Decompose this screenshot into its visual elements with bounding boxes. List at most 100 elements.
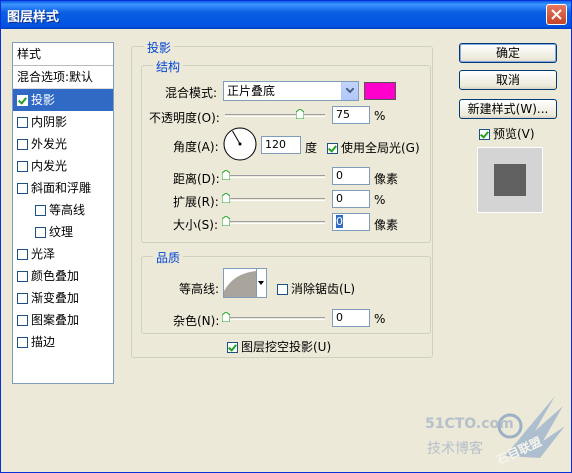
checkbox-icon[interactable] xyxy=(17,337,28,348)
distance-slider-track[interactable] xyxy=(225,175,325,178)
layer-style-dialog: 图层样式 样式 混合选项:默认投影内阴影外发光内发光斜面和浮雕等高线纹理光泽颜色… xyxy=(0,0,572,473)
knockout-label: 图层挖空投影(U) xyxy=(241,340,332,354)
preview-checkbox[interactable]: 预览(V) xyxy=(479,125,535,142)
size-input[interactable]: 0 xyxy=(332,213,370,231)
style-item-label: 纹理 xyxy=(49,225,74,239)
style-item[interactable]: 渐变叠加 xyxy=(13,287,113,309)
styles-list: 样式 混合选项:默认投影内阴影外发光内发光斜面和浮雕等高线纹理光泽颜色叠加渐变叠… xyxy=(12,42,114,384)
style-item[interactable]: 混合选项:默认 xyxy=(13,66,113,89)
style-item[interactable]: 外发光 xyxy=(13,133,113,155)
spread-slider-track[interactable] xyxy=(225,198,325,201)
checkbox-icon[interactable] xyxy=(17,117,28,128)
style-item[interactable]: 纹理 xyxy=(13,221,113,243)
style-item[interactable]: 等高线 xyxy=(13,199,113,221)
checkbox-icon xyxy=(277,284,288,295)
checkbox-icon[interactable] xyxy=(35,205,46,216)
watermark-line2: 技术博客 xyxy=(427,441,483,457)
distance-slider-thumb[interactable] xyxy=(222,170,230,180)
styles-list-header[interactable]: 样式 xyxy=(13,43,113,66)
size-value: 0 xyxy=(336,215,343,228)
distance-label: 距离(D): xyxy=(173,172,220,186)
antialias-checkbox[interactable]: 消除锯齿(L) xyxy=(277,280,355,297)
blend-mode-value: 正片叠底 xyxy=(227,84,276,98)
style-item[interactable]: 内发光 xyxy=(13,155,113,177)
distance-input[interactable]: 0 xyxy=(332,167,370,185)
ok-button[interactable]: 确定 xyxy=(459,43,557,63)
opacity-slider-thumb[interactable] xyxy=(296,109,304,119)
cancel-button[interactable]: 取消 xyxy=(459,70,557,90)
checkbox-icon[interactable] xyxy=(17,139,28,150)
watermark-logo: 51CTO.com 技术博客 石目联盟 xyxy=(425,386,565,467)
size-label: 大小(S): xyxy=(173,218,219,232)
contour-dropdown-button[interactable] xyxy=(257,268,267,298)
distance-unit: 像素 xyxy=(374,172,399,186)
style-item[interactable]: 描边 xyxy=(13,331,113,353)
style-item-label: 内阴影 xyxy=(31,115,68,129)
style-item-label: 图案叠加 xyxy=(31,313,80,327)
blend-mode-select[interactable]: 正片叠底 xyxy=(223,81,359,101)
checkbox-icon xyxy=(479,129,490,140)
checkbox-icon[interactable] xyxy=(17,315,28,326)
checkbox-icon[interactable] xyxy=(17,271,28,282)
quality-title: 品质 xyxy=(153,249,184,266)
style-item-label: 描边 xyxy=(31,335,56,349)
opacity-slider-track[interactable] xyxy=(225,114,325,117)
style-item-label: 外发光 xyxy=(31,137,68,151)
preview-square xyxy=(494,164,526,196)
style-item-label: 等高线 xyxy=(49,203,86,217)
noise-slider-thumb[interactable] xyxy=(222,312,230,322)
close-button[interactable] xyxy=(546,4,567,25)
angle-dial[interactable] xyxy=(222,126,258,162)
style-item[interactable]: 光泽 xyxy=(13,243,113,265)
style-item-label: 投影 xyxy=(31,93,56,107)
checkbox-icon[interactable] xyxy=(17,293,28,304)
style-item-label: 斜面和浮雕 xyxy=(31,181,92,195)
noise-label: 杂色(N): xyxy=(173,314,220,328)
spread-input[interactable]: 0 xyxy=(332,190,370,208)
spread-unit: % xyxy=(374,193,386,207)
checkbox-icon[interactable] xyxy=(35,227,46,238)
blend-mode-label: 混合模式: xyxy=(165,86,218,100)
noise-slider-track[interactable] xyxy=(225,317,325,320)
opacity-unit: % xyxy=(374,109,386,123)
knockout-checkbox[interactable]: 图层挖空投影(U) xyxy=(227,338,331,355)
style-item[interactable]: 投影 xyxy=(13,89,113,111)
style-item[interactable]: 图案叠加 xyxy=(13,309,113,331)
style-item[interactable]: 颜色叠加 xyxy=(13,265,113,287)
new-style-button[interactable]: 新建样式(W)... xyxy=(459,99,557,119)
style-item-label: 渐变叠加 xyxy=(31,291,80,305)
spread-slider-thumb[interactable] xyxy=(222,193,230,203)
style-item-label: 混合选项:默认 xyxy=(17,70,94,84)
contour-picker[interactable] xyxy=(223,268,257,298)
checkbox-icon xyxy=(327,143,338,154)
style-item[interactable]: 内阴影 xyxy=(13,111,113,133)
size-slider-thumb[interactable] xyxy=(222,216,230,226)
chevron-down-icon xyxy=(258,281,264,285)
structure-title: 结构 xyxy=(153,58,184,75)
style-item[interactable]: 斜面和浮雕 xyxy=(13,177,113,199)
spread-label: 扩展(R): xyxy=(173,195,219,209)
title-bar[interactable]: 图层样式 xyxy=(1,1,571,29)
checkbox-icon[interactable] xyxy=(17,249,28,260)
contour-label: 等高线: xyxy=(179,282,220,296)
checkbox-icon[interactable] xyxy=(17,183,28,194)
chevron-down-icon xyxy=(341,82,358,100)
checkbox-icon[interactable] xyxy=(17,161,28,172)
angle-input[interactable]: 120 xyxy=(261,136,301,154)
noise-input[interactable]: 0 xyxy=(332,309,370,327)
style-item-label: 颜色叠加 xyxy=(31,269,80,283)
preview-label: 预览(V) xyxy=(493,127,535,141)
style-item-label: 内发光 xyxy=(31,159,68,173)
watermark-line1: 51CTO.com xyxy=(425,416,514,432)
opacity-input[interactable]: 75 xyxy=(332,106,370,124)
style-item-label: 光泽 xyxy=(31,247,56,261)
size-slider-track[interactable] xyxy=(225,221,325,224)
contour-curve-icon xyxy=(224,271,256,297)
preview-thumbnail xyxy=(477,147,543,213)
close-icon xyxy=(551,9,562,20)
opacity-label: 不透明度(O): xyxy=(149,111,220,125)
shadow-color-swatch[interactable] xyxy=(364,82,396,100)
global-light-checkbox[interactable]: 使用全局光(G) xyxy=(327,139,420,156)
checkbox-icon[interactable] xyxy=(17,95,28,106)
dialog-title: 图层样式 xyxy=(7,10,60,25)
